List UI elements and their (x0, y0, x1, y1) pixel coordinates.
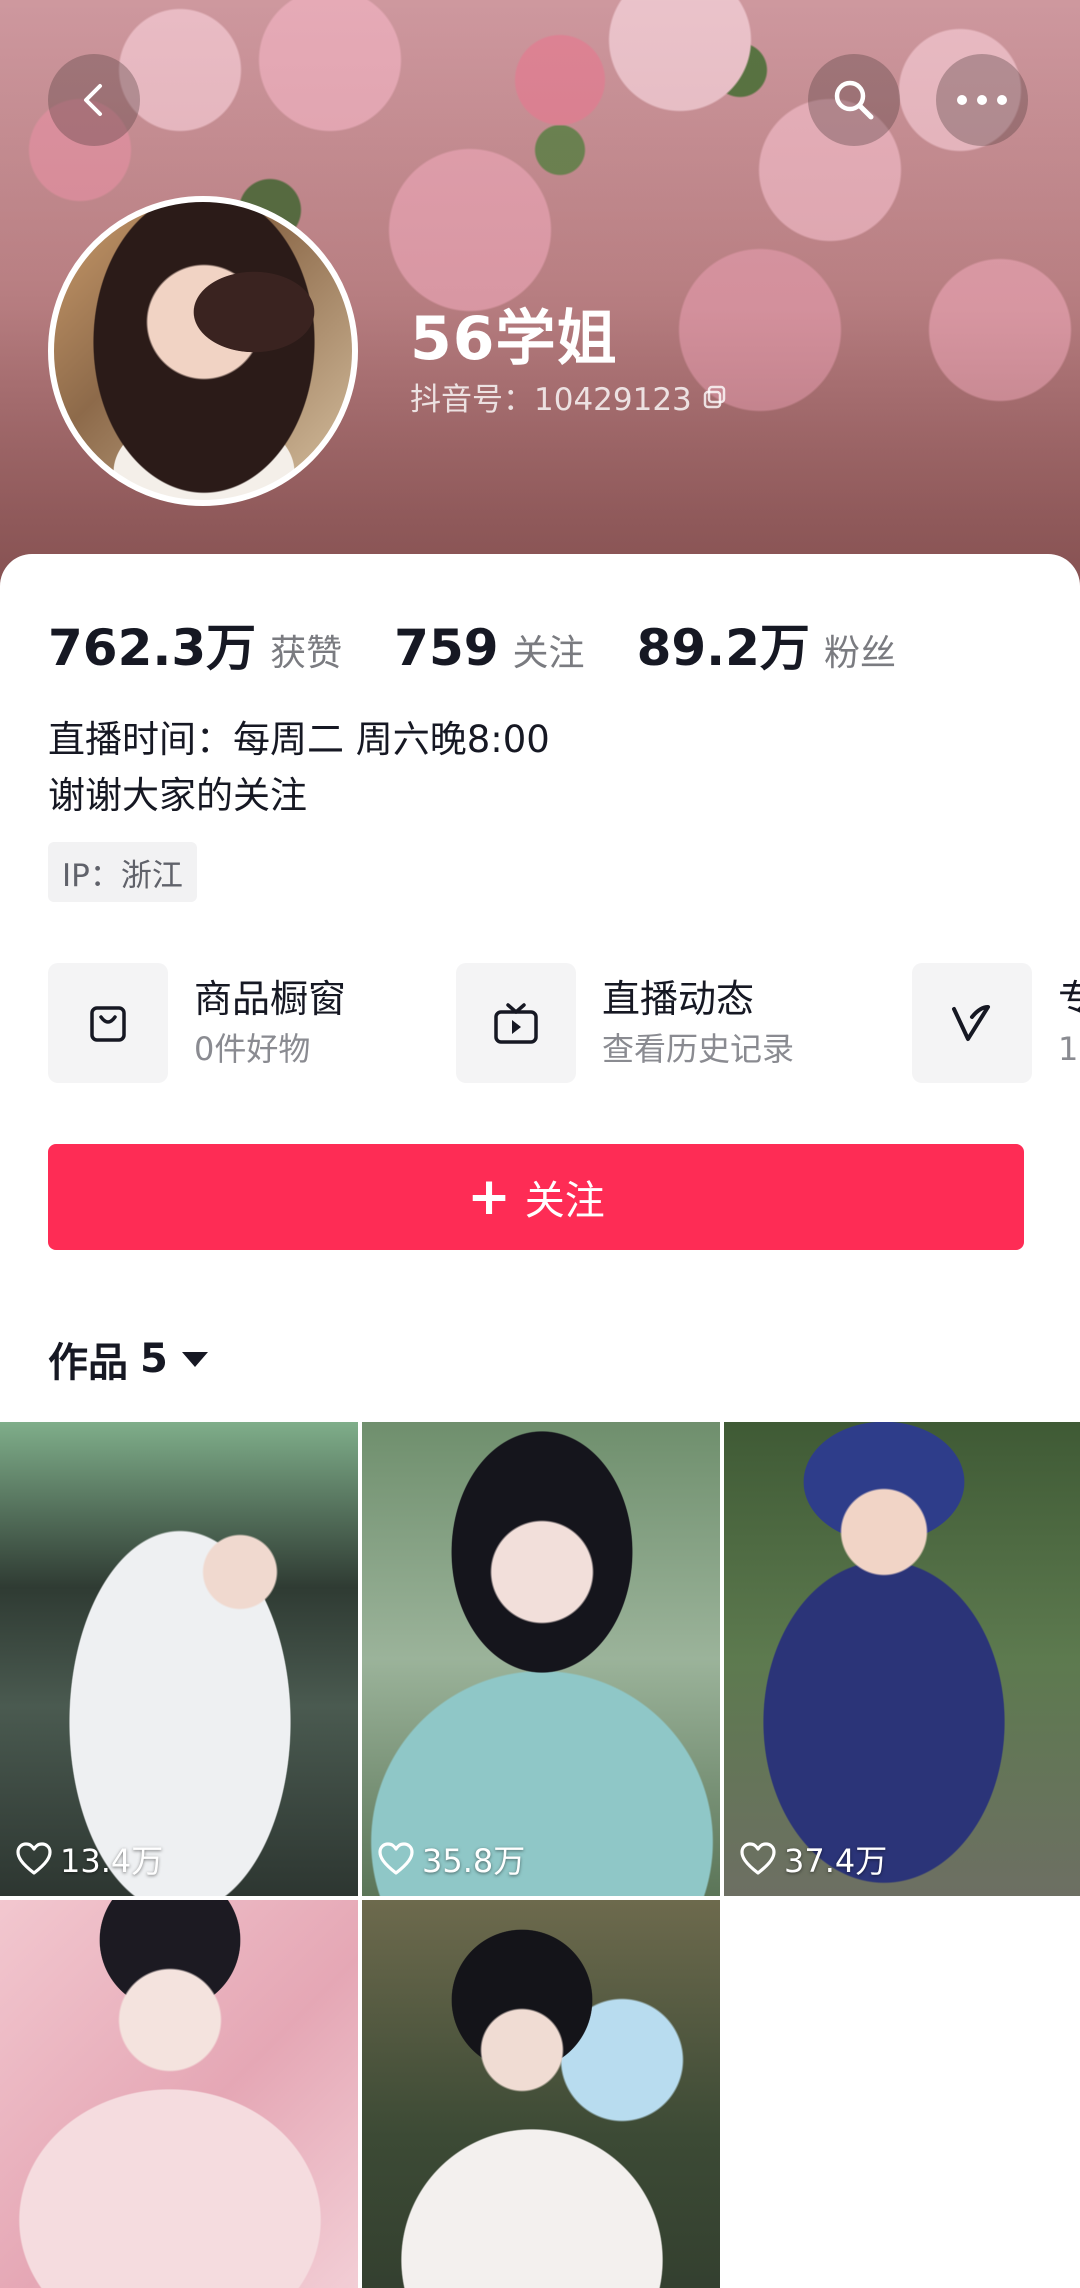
like-count: 35.8万 (378, 1836, 525, 1882)
shortcut-title: 直播动态 (602, 977, 755, 1021)
follow-label: 关注 (524, 1178, 605, 1224)
copy-icon[interactable] (702, 384, 728, 410)
video-tile[interactable]: 13.4万 (0, 1422, 358, 1896)
like-count-text: 35.8万 (422, 1842, 526, 1880)
like-count-text: 37.4万 (784, 1842, 888, 1880)
stat-label: 获赞 (270, 633, 343, 674)
more-dots-icon (957, 95, 1007, 105)
shortcuts-row: 商品橱窗 0件好物 直播动态 查看历史记录 专 1 (48, 962, 1080, 1084)
back-button[interactable] (48, 54, 140, 146)
like-count-text: 13.4万 (60, 1842, 164, 1880)
like-count: 13.4万 (16, 1836, 163, 1882)
bio-line: 直播时间：每周二 周六晚8:00 (48, 718, 550, 761)
caret-down-icon[interactable] (181, 1351, 208, 1367)
shortcut-product-showcase[interactable]: 商品橱窗 0件好物 (48, 962, 346, 1084)
heart-icon (378, 1842, 414, 1875)
tv-icon (456, 963, 576, 1083)
bio-line: 谢谢大家的关注 (48, 774, 307, 817)
stat-value: 89.2万 (636, 619, 810, 677)
stat-following[interactable]: 759 关注 (394, 619, 584, 677)
shortcut-subtitle: 0件好物 (194, 1030, 311, 1068)
v-check-icon (912, 963, 1032, 1083)
shortcut-title: 专 (1058, 977, 1080, 1021)
douyin-id[interactable]: 抖音号：10429123 (410, 374, 728, 419)
bio: 直播时间：每周二 周六晚8:00 谢谢大家的关注 (48, 712, 550, 824)
stat-label: 关注 (512, 633, 585, 674)
shortcut-subtitle: 查看历史记录 (602, 1030, 795, 1068)
stats-row: 762.3万 获赞 759 关注 89.2万 粉丝 (48, 608, 948, 680)
follow-button[interactable]: + 关注 (48, 1144, 1024, 1250)
search-icon (834, 80, 874, 120)
shortcut-subtitle: 1 (1058, 1030, 1079, 1068)
douyin-id-text: 抖音号：10429123 (410, 382, 692, 418)
video-tile[interactable] (362, 1900, 720, 2288)
video-tile[interactable] (0, 1900, 358, 2288)
shopping-bag-icon (48, 963, 168, 1083)
profile-name: 56学姐 (410, 304, 618, 374)
video-tile[interactable]: 35.8万 (362, 1422, 720, 1896)
heart-icon (16, 1842, 52, 1875)
works-label: 作品 (48, 1340, 128, 1386)
like-count: 37.4万 (740, 1836, 887, 1882)
stat-value: 759 (394, 619, 499, 677)
avatar[interactable] (48, 196, 358, 506)
stat-followers[interactable]: 89.2万 粉丝 (637, 608, 896, 680)
shortcut-collection[interactable]: 专 1 (912, 962, 1080, 1084)
works-grid: 13.4万 35.8万 37.4万 (0, 1422, 1080, 2288)
shortcut-title: 商品橱窗 (194, 977, 347, 1021)
shortcut-live-history[interactable]: 直播动态 查看历史记录 (456, 962, 794, 1084)
stat-value: 762.3万 (48, 619, 257, 677)
search-button[interactable] (808, 54, 900, 146)
heart-icon (740, 1842, 776, 1875)
more-button[interactable] (936, 54, 1028, 146)
stat-likes[interactable]: 762.3万 获赞 (48, 608, 342, 680)
stat-label: 粉丝 (823, 633, 896, 674)
chevron-left-icon (84, 84, 102, 116)
works-count: 5 (140, 1336, 168, 1382)
ip-location-tag: IP：浙江 (48, 842, 197, 902)
video-tile[interactable]: 37.4万 (724, 1422, 1080, 1896)
works-tab[interactable]: 作品 5 (48, 1330, 208, 1388)
plus-icon: + (467, 1167, 511, 1227)
